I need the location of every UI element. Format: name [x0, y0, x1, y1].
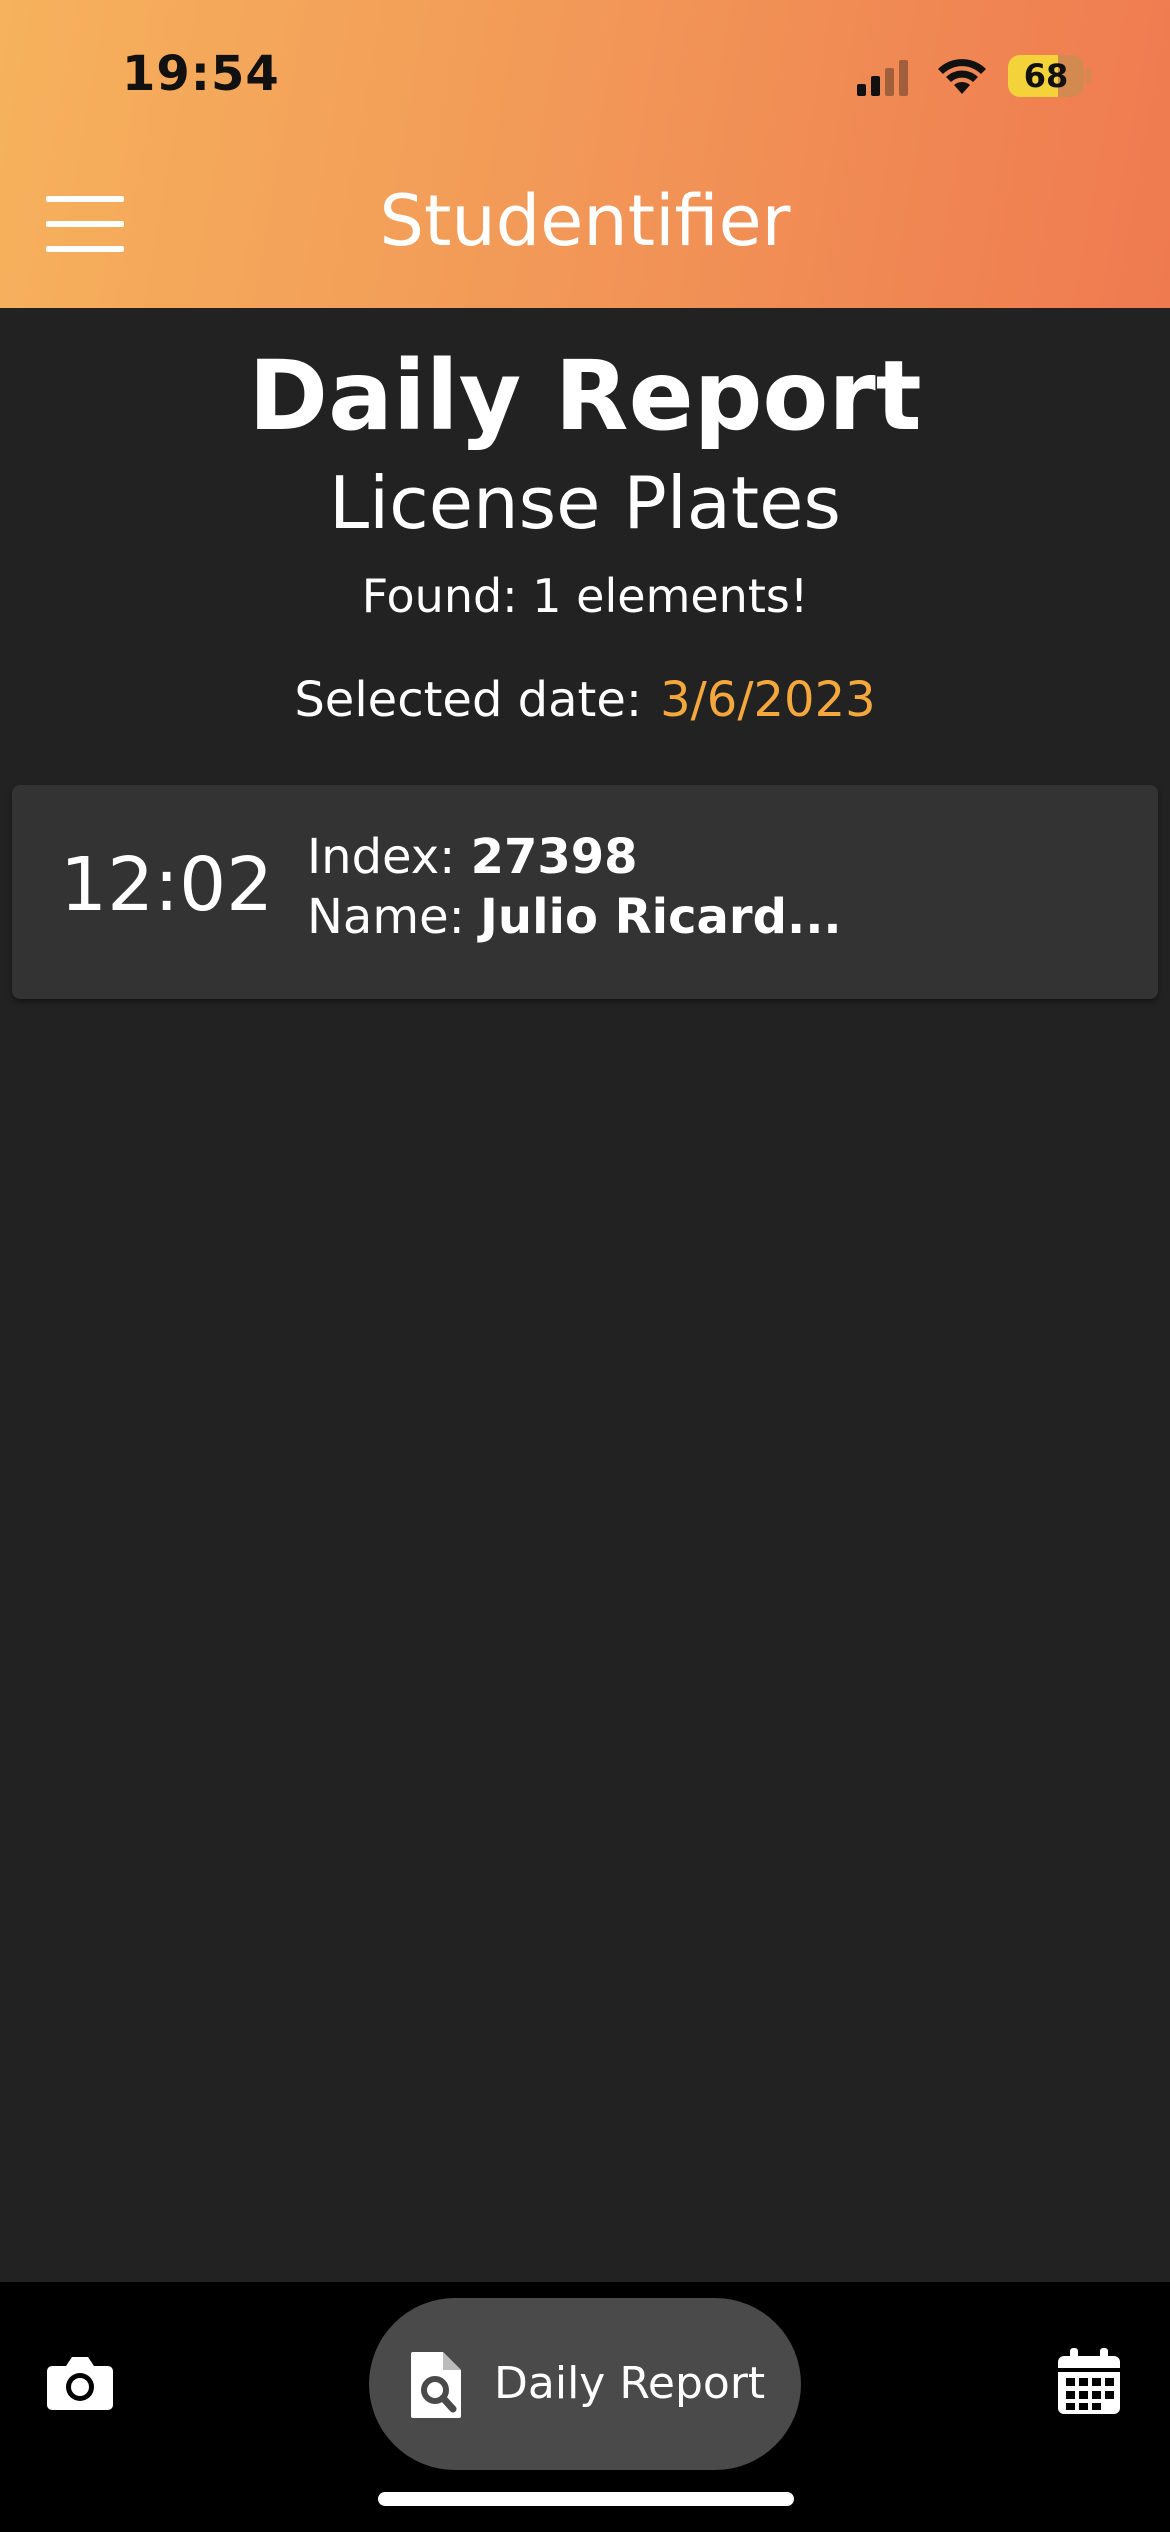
entry-name-label: Name:: [307, 889, 465, 945]
entry-time: 12:02: [60, 842, 274, 928]
entry-details: Index: 27398 Name: Julio Ricard...: [307, 827, 842, 947]
entry-index-label: Index:: [307, 829, 456, 885]
page-subtitle: License Plates: [329, 461, 841, 545]
page-title: Daily Report: [248, 340, 922, 452]
home-indicator: [378, 2492, 794, 2506]
entry-name-value: Julio Ricard...: [480, 889, 842, 945]
tab-daily-report[interactable]: Daily Report: [369, 2298, 801, 2470]
battery-cap: [1086, 69, 1091, 83]
camera-icon[interactable]: [44, 2350, 116, 2414]
signal-icon: [857, 60, 908, 96]
calendar-icon[interactable]: [1056, 2348, 1122, 2416]
selected-date-row: Selected date: 3/6/2023: [0, 670, 1170, 730]
results-count: Found: 1 elements!: [361, 569, 809, 623]
search-document-icon: [411, 2352, 461, 2418]
status-time: 19:54: [122, 46, 280, 102]
entry-index-value: 27398: [470, 829, 638, 885]
app-title: Studentifier: [379, 180, 791, 262]
bottom-navigation: Daily Report: [0, 2282, 1170, 2532]
app-header: 19:54 68 Studentifier: [0, 0, 1170, 308]
tab-daily-report-label: Daily Report: [494, 2358, 766, 2409]
entry-index-row: Index: 27398: [307, 827, 842, 887]
battery-level: 68: [1023, 57, 1069, 95]
wifi-icon: [938, 59, 986, 94]
app-screen: 19:54 68 Studentifier Daily Report Licen…: [0, 0, 1170, 2532]
list-item[interactable]: 12:02 Index: 27398 Name: Julio Ricard...: [12, 785, 1158, 999]
selected-date-label: Selected date:: [294, 672, 643, 728]
selected-date-value[interactable]: 3/6/2023: [660, 672, 876, 728]
entry-name-row: Name: Julio Ricard...: [307, 887, 842, 947]
battery-indicator: 68: [1008, 55, 1091, 97]
